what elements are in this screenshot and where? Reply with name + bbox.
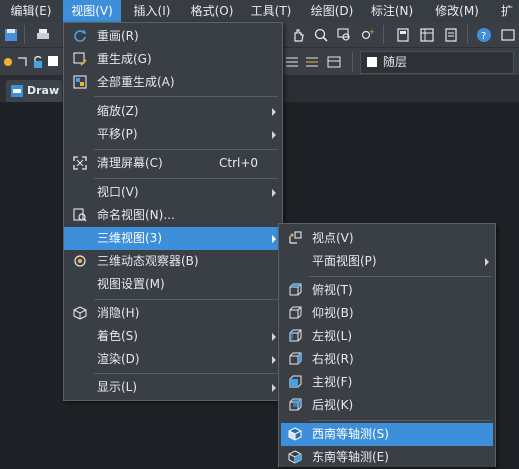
- menu-extend[interactable]: 扩: [494, 0, 519, 22]
- menu-item-named-view[interactable]: 命名视图(N)...: [64, 204, 282, 227]
- svg-text:+: +: [369, 28, 375, 36]
- menu-item-viewpoint[interactable]: 视点(V): [279, 227, 495, 250]
- lock-icon[interactable]: [30, 54, 46, 70]
- submenu-arrow-icon: [272, 108, 276, 116]
- menu-draw[interactable]: 绘图(D): [302, 0, 362, 22]
- menu-item-back-view[interactable]: 后视(K): [279, 394, 495, 417]
- help-icon[interactable]: ?: [476, 27, 492, 43]
- menu-separator: [309, 420, 491, 421]
- toolbar-separator: [24, 25, 25, 44]
- calculator-icon[interactable]: [395, 27, 411, 43]
- zoom-window-icon[interactable]: [336, 27, 352, 43]
- menu-item-render[interactable]: 渲染(D): [64, 348, 282, 371]
- dwg-file-icon: [11, 85, 23, 97]
- menu-edit[interactable]: 编辑(E): [0, 0, 62, 22]
- top-view-icon: [289, 283, 302, 296]
- toolbar-separator: [352, 52, 353, 72]
- extra-tool-icon[interactable]: [500, 27, 516, 43]
- freeze-icon[interactable]: [14, 54, 30, 70]
- front-view-icon: [289, 375, 302, 388]
- menu-tools[interactable]: 工具(T): [243, 0, 299, 22]
- submenu-arrow-icon: [272, 384, 276, 392]
- view-menu: 重画(R) 重生成(G) 全部重生成(A) 缩放(Z) 平移(P) 清理屏幕(C…: [63, 22, 283, 401]
- toolbar-separator: [383, 25, 384, 44]
- menu-item-bottom-view[interactable]: 仰视(B): [279, 302, 495, 325]
- menu-item-hide[interactable]: 消隐(H): [64, 302, 282, 325]
- menu-item-viewport[interactable]: 视口(V): [64, 181, 282, 204]
- menu-separator: [94, 149, 278, 150]
- menu-item-plan-view[interactable]: 平面视图(P): [279, 250, 495, 273]
- menu-modify[interactable]: 修改(M): [426, 0, 488, 22]
- menu-item-3d-views[interactable]: 三维视图(3): [64, 227, 282, 250]
- layer-dropdown[interactable]: 随层: [360, 51, 514, 74]
- submenu-arrow-icon: [272, 356, 276, 364]
- submenu-arrow-icon: [272, 333, 276, 341]
- document-tab[interactable]: Draw: [6, 80, 62, 102]
- clean-screen-icon: [73, 156, 87, 170]
- menu-item-3d-orbit[interactable]: 三维动态观察器(B): [64, 250, 282, 273]
- submenu-arrow-icon: [272, 235, 276, 243]
- regen-all-icon: [73, 75, 87, 89]
- menu-item-right-view[interactable]: 右视(R): [279, 348, 495, 371]
- text-style-icon[interactable]: [284, 54, 300, 70]
- menu-item-pan[interactable]: 平移(P): [64, 123, 282, 146]
- bottom-view-icon: [289, 306, 302, 319]
- zoom-realtime-icon[interactable]: [313, 27, 329, 43]
- se-iso-icon: [288, 450, 302, 464]
- submenu-arrow-icon: [272, 189, 276, 197]
- hide-icon: [73, 306, 87, 320]
- table-style-icon[interactable]: [326, 54, 342, 70]
- viewpoint-icon: [289, 231, 302, 244]
- menu-dimension[interactable]: 标注(N): [363, 0, 421, 22]
- right-view-icon: [289, 352, 302, 365]
- menu-bar: 编辑(E) 视图(V) 插入(I) 格式(O) 工具(T) 绘图(D) 标注(N…: [0, 0, 519, 23]
- zoom-previous-icon[interactable]: +: [359, 27, 375, 43]
- menu-item-regen[interactable]: 重生成(G): [64, 48, 282, 71]
- print-icon[interactable]: [35, 27, 51, 43]
- submenu-arrow-icon: [272, 131, 276, 139]
- layer-color-swatch: [367, 57, 377, 67]
- toolbar-separator: [467, 25, 468, 44]
- menu-item-display[interactable]: 显示(L): [64, 376, 282, 399]
- sw-iso-icon: [288, 427, 302, 441]
- orbit-icon: [74, 255, 86, 267]
- properties-icon[interactable]: [419, 27, 435, 43]
- back-view-icon: [289, 398, 302, 411]
- redraw-icon: [74, 29, 87, 42]
- save-icon[interactable]: [3, 27, 19, 43]
- color-swatch[interactable]: [48, 56, 58, 66]
- menu-separator: [94, 299, 278, 300]
- menu-item-regen-all[interactable]: 全部重生成(A): [64, 71, 282, 94]
- menu-view[interactable]: 视图(V): [63, 0, 121, 22]
- left-view-icon: [289, 329, 302, 342]
- menu-item-front-view[interactable]: 主视(F): [279, 371, 495, 394]
- regen-icon: [73, 52, 87, 66]
- dim-style-icon[interactable]: [304, 54, 320, 70]
- svg-text:?: ?: [481, 31, 486, 42]
- shortcut-label: Ctrl+0: [219, 156, 259, 170]
- pan-icon[interactable]: [290, 27, 306, 43]
- menu-format[interactable]: 格式(O): [182, 0, 242, 22]
- menu-separator: [94, 178, 278, 179]
- menu-item-clean-screen[interactable]: 清理屏幕(C) Ctrl+0: [64, 152, 282, 175]
- layer-value: 随层: [383, 55, 408, 69]
- menu-item-redraw[interactable]: 重画(R): [64, 25, 282, 48]
- menu-item-left-view[interactable]: 左视(L): [279, 325, 495, 348]
- menu-item-view-settings[interactable]: 视图设置(M): [64, 273, 282, 296]
- menu-insert[interactable]: 插入(I): [124, 0, 180, 22]
- menu-item-shade[interactable]: 着色(S): [64, 325, 282, 348]
- sheet-icon[interactable]: [443, 27, 459, 43]
- menu-separator: [94, 373, 278, 374]
- named-view-icon: [73, 208, 87, 222]
- submenu-arrow-icon: [485, 258, 489, 266]
- menu-separator: [309, 276, 491, 277]
- menu-item-sw-isometric[interactable]: 西南等轴测(S): [281, 423, 493, 446]
- menu-item-zoom[interactable]: 缩放(Z): [64, 100, 282, 123]
- document-tab-label: Draw: [27, 84, 60, 97]
- menu-separator: [94, 96, 278, 97]
- menu-item-top-view[interactable]: 俯视(T): [279, 279, 495, 302]
- 3d-views-submenu: 视点(V) 平面视图(P) 俯视(T) 仰视(B) 左视(L) 右视(R) 主视…: [278, 223, 496, 467]
